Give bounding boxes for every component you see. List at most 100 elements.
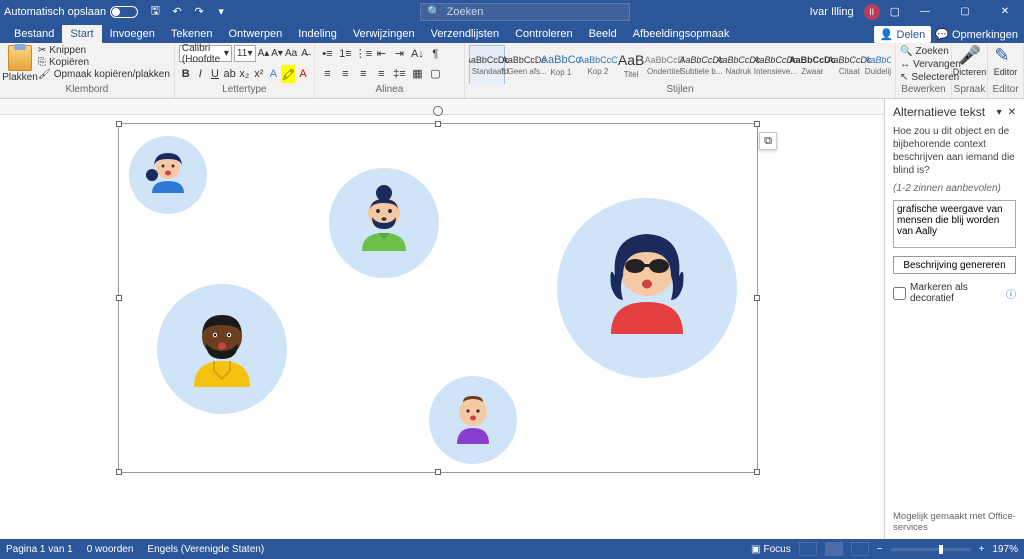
user-name[interactable]: Ivar Illing — [810, 6, 854, 18]
decorative-checkbox-input[interactable] — [893, 287, 906, 300]
tab-mailings[interactable]: Verzendlijsten — [423, 25, 508, 43]
save-icon[interactable]: 🖫 — [148, 5, 162, 19]
minimize-button[interactable]: — — [910, 0, 940, 23]
tab-review[interactable]: Controleren — [507, 25, 580, 43]
line-spacing-button[interactable]: ‡≡ — [391, 65, 408, 82]
align-right-button[interactable]: ≡ — [355, 65, 372, 82]
font-size-select[interactable]: 11▾ — [234, 45, 256, 62]
tab-references[interactable]: Verwijzingen — [345, 25, 423, 43]
change-case-button[interactable]: Aa — [285, 45, 297, 62]
redo-icon[interactable]: ↷ — [192, 5, 206, 19]
share-button[interactable]: 👤Delen — [874, 26, 931, 43]
strikethrough-button[interactable]: ab — [223, 65, 237, 83]
selected-image[interactable]: ⧉ — [118, 123, 758, 473]
zoom-out-button[interactable]: − — [877, 544, 883, 555]
text-effects-button[interactable]: A — [267, 65, 281, 83]
word-count[interactable]: 0 woorden — [87, 544, 134, 555]
tab-view[interactable]: Beeld — [581, 25, 625, 43]
style-item[interactable]: AaBbCcDcNadruk — [720, 45, 756, 84]
numbering-button[interactable]: 1≡ — [337, 45, 354, 62]
style-item[interactable]: AaBbCcDcDuidelijk c... — [868, 45, 891, 84]
show-marks-button[interactable]: ¶ — [427, 45, 444, 62]
subscript-button[interactable]: x₂ — [237, 65, 251, 83]
italic-button[interactable]: I — [194, 65, 208, 83]
resize-handle-bm[interactable] — [435, 469, 441, 475]
style-item[interactable]: AaBbCcCKop 2 — [580, 45, 616, 84]
style-item[interactable]: AaBbCcDOndertitel — [646, 45, 682, 84]
font-name-select[interactable]: Calibri (Hoofdte▾ — [179, 45, 232, 62]
zoom-level[interactable]: 197% — [992, 544, 1018, 555]
resize-handle-br[interactable] — [754, 469, 760, 475]
resize-handle-mr[interactable] — [754, 295, 760, 301]
page[interactable]: ⧉ — [0, 115, 880, 539]
styles-gallery[interactable]: AaBbCcDc¶ StandaardAaBbCcDc¶ Geen afs...… — [469, 45, 891, 84]
zoom-slider[interactable] — [891, 548, 971, 551]
bold-button[interactable]: B — [179, 65, 193, 83]
increase-indent-button[interactable]: ⇥ — [391, 45, 408, 62]
find-button[interactable]: 🔍Zoeken — [900, 45, 947, 58]
undo-icon[interactable]: ↶ — [170, 5, 184, 19]
web-layout-button[interactable] — [851, 542, 869, 556]
select-button[interactable]: ↖Selecteren — [900, 71, 947, 84]
resize-handle-tl[interactable] — [116, 121, 122, 127]
info-icon[interactable]: ⓘ — [1006, 286, 1016, 301]
resize-handle-tm[interactable] — [435, 121, 441, 127]
tab-file[interactable]: Bestand — [6, 25, 62, 43]
style-item[interactable]: AaBbCcDc¶ Standaard — [469, 45, 505, 84]
autosave-toggle[interactable]: Automatisch opslaan — [4, 6, 138, 18]
align-left-button[interactable]: ≡ — [319, 65, 336, 82]
read-mode-button[interactable] — [799, 542, 817, 556]
superscript-button[interactable]: x² — [252, 65, 266, 83]
style-item[interactable]: AaBTitel — [617, 45, 645, 84]
print-layout-button[interactable] — [825, 542, 843, 556]
user-avatar[interactable]: II — [864, 4, 880, 20]
tab-home[interactable]: Start — [62, 25, 101, 43]
tab-insert[interactable]: Invoegen — [102, 25, 163, 43]
tab-layout[interactable]: Indeling — [290, 25, 345, 43]
alt-text-input[interactable]: grafische weergave van mensen die blij w… — [893, 200, 1016, 248]
ribbon-display-icon[interactable]: ▢ — [890, 5, 900, 18]
format-painter-button[interactable]: 🖌Opmaak kopiëren/plakken — [38, 69, 170, 80]
generate-description-button[interactable]: Beschrijving genereren — [893, 256, 1016, 274]
borders-button[interactable]: ▢ — [427, 65, 444, 82]
justify-button[interactable]: ≡ — [373, 65, 390, 82]
search-box[interactable]: 🔍 Zoeken — [420, 3, 630, 21]
chevron-down-icon[interactable]: ▾ — [997, 107, 1002, 118]
replace-button[interactable]: ↔Vervangen — [900, 58, 947, 71]
style-item[interactable]: AaBbCcDcIntensieve... — [757, 45, 793, 84]
style-item[interactable]: AaBbCcKop 1 — [543, 45, 579, 84]
align-center-button[interactable]: ≡ — [337, 65, 354, 82]
shrink-font-button[interactable]: A▾ — [271, 45, 283, 62]
shading-button[interactable]: ▦ — [409, 65, 426, 82]
resize-handle-bl[interactable] — [116, 469, 122, 475]
page-indicator[interactable]: Pagina 1 van 1 — [6, 544, 73, 555]
editor-button[interactable]: ✎ Editor — [994, 45, 1018, 77]
resize-handle-tr[interactable] — [754, 121, 760, 127]
tab-design[interactable]: Ontwerpen — [220, 25, 290, 43]
style-item[interactable]: AaBbCcDcSubtiele b... — [683, 45, 719, 84]
close-button[interactable]: ✕ — [990, 0, 1020, 23]
style-item[interactable]: AaBbCcDcCitaat — [831, 45, 867, 84]
highlight-button[interactable]: 🖍 — [281, 65, 295, 83]
toggle-switch-icon[interactable] — [110, 6, 138, 18]
sort-button[interactable]: A↓ — [409, 45, 426, 62]
grow-font-button[interactable]: A▴ — [258, 45, 270, 62]
style-item[interactable]: AaBbCcDc¶ Geen afs... — [506, 45, 542, 84]
language-indicator[interactable]: Engels (Verenigde Staten) — [147, 544, 264, 555]
copy-button[interactable]: ⎘Kopiëren — [38, 57, 170, 68]
close-pane-icon[interactable]: ✕ — [1008, 107, 1016, 118]
layout-options-button[interactable]: ⧉ — [759, 132, 777, 150]
comments-button[interactable]: 💬Opmerkingen — [935, 28, 1018, 41]
clear-formatting-button[interactable]: A̶ — [299, 45, 310, 62]
underline-button[interactable]: U — [208, 65, 222, 83]
multilevel-button[interactable]: ⋮≡ — [355, 45, 372, 62]
tab-picture-format[interactable]: Afbeeldingsopmaak — [625, 25, 738, 43]
decrease-indent-button[interactable]: ⇤ — [373, 45, 390, 62]
decorative-checkbox[interactable]: Markeren als decoratief ⓘ — [893, 282, 1016, 304]
cut-button[interactable]: ✂Knippen — [38, 45, 170, 56]
style-item[interactable]: AaBbCcDcZwaar — [794, 45, 830, 84]
bullets-button[interactable]: •≡ — [319, 45, 336, 62]
rotate-handle[interactable] — [433, 106, 443, 116]
qat-dropdown-icon[interactable]: ▾ — [214, 5, 228, 19]
paste-button[interactable]: Plakken — [4, 45, 36, 83]
